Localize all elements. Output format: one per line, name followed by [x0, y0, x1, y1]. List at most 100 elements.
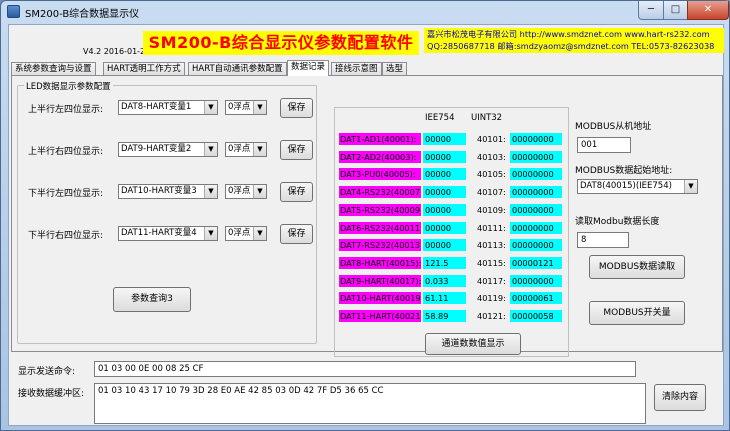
app-banner: SM200-B综合显示仪参数配置软件 — [143, 31, 419, 55]
chevron-down-icon: ▼ — [204, 227, 217, 240]
row2-decimal-select[interactable]: 0浮点 ▼ — [225, 142, 267, 157]
data-values-panel: IEE754 UINT32 DAT1-AD1(40001): 00000 40101… — [334, 107, 569, 357]
row3-variable-value: DAT10-HART变量3 — [121, 186, 197, 196]
chevron-down-icon: ▼ — [684, 180, 697, 193]
row4-variable-select[interactable]: DAT11-HART变量4 ▼ — [118, 226, 218, 241]
data-row-ieee-value: 00000 — [423, 203, 466, 216]
row3-decimal-value: 0浮点 — [228, 186, 251, 196]
row2-save-button[interactable]: 保存 — [280, 140, 313, 160]
row2-decimal-value: 0浮点 — [228, 144, 251, 154]
chevron-down-icon: ▼ — [204, 101, 217, 114]
minimize-button[interactable]: ─ — [638, 1, 664, 20]
row1-label: 上半行左四位显示: — [28, 105, 104, 115]
close-button[interactable]: ✕ — [687, 1, 729, 20]
tab-strip: 系统参数查询与设置 HART透明工作方式 HART自动通讯参数配置 数据记录 接… — [9, 60, 725, 76]
data-row-uint-value: 00000000 — [510, 168, 562, 181]
data-row-ieee-value: 58.89 — [423, 310, 466, 322]
data-row-uint-address: 40105: — [477, 169, 506, 180]
data-row-name: DAT8-HART(40015): — [339, 256, 421, 269]
version-label: V4.2 2016-01-25 — [83, 47, 151, 56]
data-row-uint-address: 40107: — [477, 187, 506, 198]
chevron-down-icon: ▼ — [253, 143, 266, 156]
data-row-uint-value: 00000000 — [510, 150, 562, 163]
tab-selection[interactable]: 选型 — [382, 62, 408, 75]
row1-variable-select[interactable]: DAT8-HART变量1 ▼ — [118, 100, 218, 115]
data-row-uint-value: 00000121 — [510, 256, 562, 269]
title-bar[interactable]: SM200-B综合数据显示仪 ─ □ ✕ — [1, 1, 729, 23]
data-row-ieee-value: 121.5 — [423, 256, 466, 269]
modbus-length-label: 读取Modbu数据长度 — [575, 217, 660, 227]
data-row-name: DAT2-AD2(40003): — [339, 150, 421, 163]
data-row-uint-address: 40101: — [477, 134, 506, 144]
row2-variable-value: DAT9-HART变量2 — [121, 144, 192, 154]
uint32-header: UINT32 — [471, 113, 503, 123]
led-config-group: LED数据显示参数配置 上半行左四位显示: DAT8-HART变量1 ▼ 0浮点 ▼… — [17, 80, 317, 344]
row4-decimal-value: 0浮点 — [228, 228, 251, 238]
tab-system-params[interactable]: 系统参数查询与设置 — [11, 62, 96, 75]
maximize-button[interactable]: □ — [663, 1, 688, 20]
data-row-ieee-value: 00000 — [423, 168, 466, 181]
data-row-uint-address: 40115: — [477, 257, 506, 268]
receive-buffer-textarea[interactable]: 01 03 10 43 17 10 79 3D 28 E0 AE 42 85 0… — [94, 383, 646, 424]
data-row-uint-address: 40121: — [477, 311, 506, 321]
tab-wiring-diagram[interactable]: 接线示意图 — [331, 62, 382, 75]
data-row-uint-address: 40117: — [477, 275, 506, 286]
led-group-title: LED数据显示参数配置 — [24, 80, 113, 92]
modbus-read-button[interactable]: MODBUS数据读取 — [589, 255, 685, 279]
modbus-start-label: MODBUS数据起始地址: — [575, 166, 673, 176]
row3-decimal-select[interactable]: 0浮点 ▼ — [225, 184, 267, 199]
modbus-slave-label: MODBUS从机地址 — [575, 122, 652, 132]
row1-save-button[interactable]: 保存 — [280, 98, 313, 118]
tab-data-record[interactable]: 数据记录 — [287, 60, 330, 76]
modbus-switch-button[interactable]: MODBUS开关量 — [589, 301, 685, 325]
row4-label: 下半行右四位显示: — [28, 231, 104, 241]
data-row-uint-value: 00000000 — [510, 186, 562, 199]
data-row-uint-value: 00000061 — [510, 292, 562, 305]
data-row-uint-value: 00000000 — [510, 221, 562, 234]
data-row-uint-address: 40119: — [477, 293, 506, 304]
data-row-name: DAT7-RS232(40013): — [339, 239, 421, 252]
modbus-start-value: DAT8(40015)(IEE754) — [580, 181, 672, 191]
data-row-uint-address: 40111: — [477, 222, 506, 233]
data-row-name: DAT4-RS232(40007): — [339, 186, 421, 199]
ieee754-header: IEE754 — [425, 113, 455, 123]
chevron-down-icon: ▼ — [253, 227, 266, 240]
data-row-name: DAT11-HART(40021): — [339, 310, 421, 322]
row3-variable-select[interactable]: DAT10-HART变量3 ▼ — [118, 184, 218, 199]
data-row-uint-address: 40103: — [477, 151, 506, 162]
data-row-ieee-value: 00000 — [423, 150, 466, 163]
query-params-button[interactable]: 参数查询3 — [113, 287, 191, 312]
row2-variable-select[interactable]: DAT9-HART变量2 ▼ — [118, 142, 218, 157]
row4-decimal-select[interactable]: 0浮点 ▼ — [225, 226, 267, 241]
tab-hart-transparent[interactable]: HART透明工作方式 — [103, 62, 185, 75]
window-title: SM200-B综合数据显示仪 — [25, 9, 140, 20]
row1-decimal-select[interactable]: 0浮点 ▼ — [225, 100, 267, 115]
modbus-start-select[interactable]: DAT8(40015)(IEE754) ▼ — [577, 179, 698, 194]
data-row-uint-address: 40113: — [477, 240, 506, 251]
channel-display-button[interactable]: 通道数数值显示 — [425, 333, 521, 355]
tab-hart-auto-comm[interactable]: HART自动通讯参数配置 — [188, 62, 287, 75]
clear-content-button[interactable]: 清除内容 — [654, 384, 706, 411]
send-command-input[interactable]: 01 03 00 0E 00 08 25 CF — [94, 361, 636, 377]
data-row-uint-address: 40109: — [477, 204, 506, 215]
app-icon — [7, 5, 20, 18]
company-line-2: QQ:2850687718 邮箱:smdzyaomz@smdznet.com T… — [427, 41, 715, 51]
company-info: 嘉兴市松茂电子有限公司 http://www.smdznet.com www.h… — [424, 28, 724, 53]
chevron-down-icon: ▼ — [253, 185, 266, 198]
chevron-down-icon: ▼ — [204, 143, 217, 156]
modbus-length-input[interactable]: 8 — [577, 232, 629, 248]
data-row-uint-value: 00000000 — [510, 203, 562, 216]
row3-save-button[interactable]: 保存 — [280, 182, 313, 202]
data-row-uint-value: 00000000 — [510, 274, 562, 287]
data-row-ieee-value: 00000 — [423, 133, 466, 145]
row3-label: 下半行左四位显示: — [28, 189, 104, 199]
modbus-slave-input[interactable]: 001 — [577, 137, 631, 153]
row4-save-button[interactable]: 保存 — [280, 224, 313, 244]
row1-variable-value: DAT8-HART变量1 — [121, 102, 192, 112]
data-row-name: DAT1-AD1(40001): — [339, 133, 421, 145]
chevron-down-icon: ▼ — [253, 101, 266, 114]
data-row-name: DAT3-PU0(40005): — [339, 168, 421, 181]
row4-variable-value: DAT11-HART变量4 — [121, 228, 197, 238]
data-row-name: DAT9-HART(40017): — [339, 274, 421, 287]
data-row-name: DAT6-RS232(40011): — [339, 221, 421, 234]
